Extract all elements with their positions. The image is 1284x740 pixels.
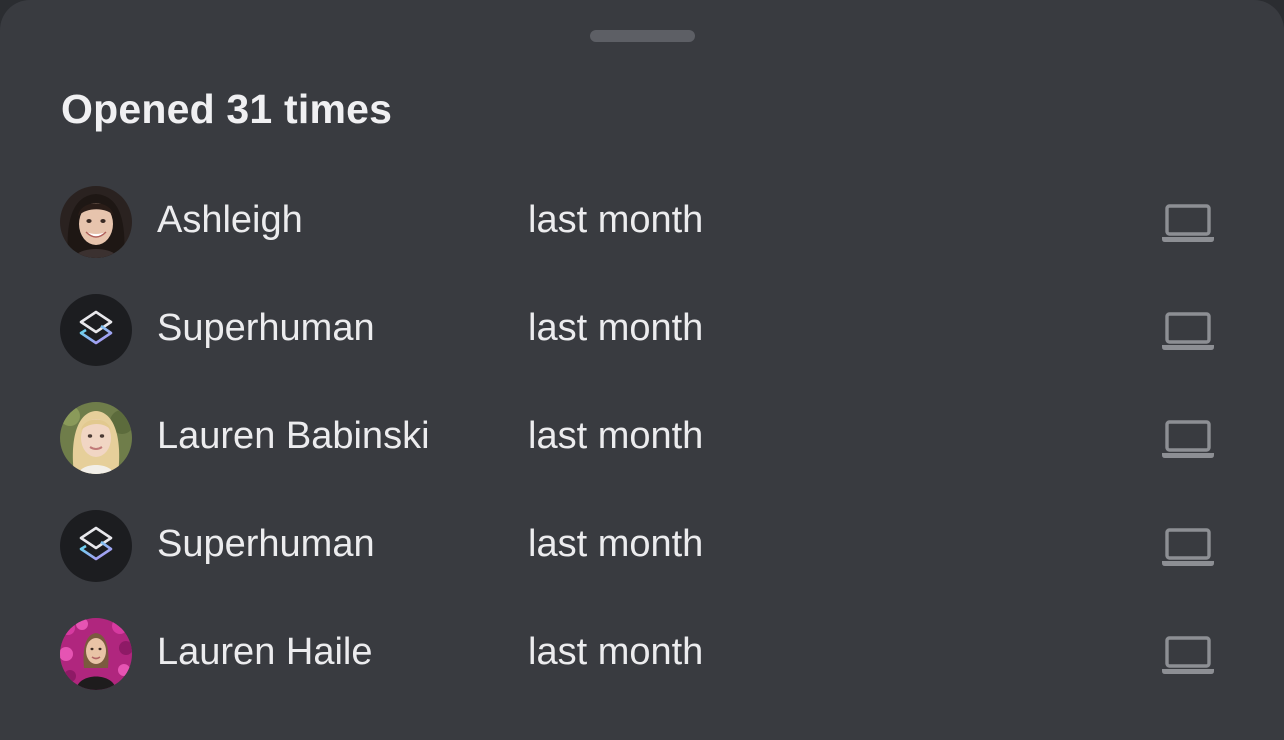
viewer-name: Lauren Haile: [157, 631, 373, 673]
list-item[interactable]: Superhuman last month: [0, 492, 1284, 600]
avatar: [60, 294, 132, 366]
opened-time: last month: [528, 199, 704, 241]
opened-time: last month: [528, 631, 704, 673]
opened-time: last month: [528, 307, 704, 349]
avatar: [60, 510, 132, 582]
laptop-icon: [1162, 528, 1214, 566]
opened-time: last month: [528, 523, 704, 565]
sheet-title: Opened 31 times: [61, 86, 393, 132]
avatar: [60, 618, 132, 690]
viewer-name: Superhuman: [157, 523, 375, 565]
opens-list: Ashleigh last month Superhuman last mont…: [0, 168, 1284, 708]
list-item[interactable]: Ashleigh last month: [0, 168, 1284, 276]
list-item[interactable]: Superhuman last month: [0, 276, 1284, 384]
laptop-icon: [1162, 204, 1214, 242]
laptop-icon: [1162, 312, 1214, 350]
avatar: [60, 402, 132, 474]
opens-sheet: Opened 31 times Ashleigh last month Supe…: [0, 0, 1284, 740]
list-item[interactable]: Lauren Haile last month: [0, 600, 1284, 708]
list-item[interactable]: Lauren Babinski last month: [0, 384, 1284, 492]
viewer-name: Lauren Babinski: [157, 415, 430, 457]
opened-time: last month: [528, 415, 704, 457]
viewer-name: Ashleigh: [157, 199, 303, 241]
viewer-name: Superhuman: [157, 307, 375, 349]
sheet-grabber-handle[interactable]: [590, 30, 695, 42]
laptop-icon: [1162, 636, 1214, 674]
avatar: [60, 186, 132, 258]
laptop-icon: [1162, 420, 1214, 458]
